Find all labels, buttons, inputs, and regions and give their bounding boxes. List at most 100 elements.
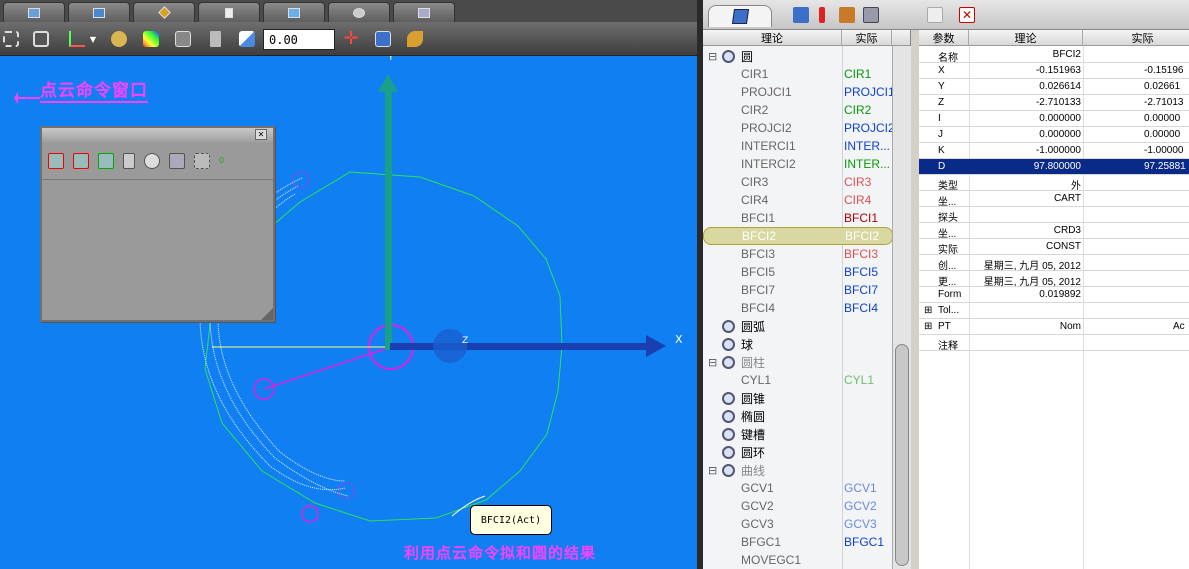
- solid-view-button[interactable]: [372, 28, 394, 50]
- tree-row[interactable]: ⊟ 圆柱: [703, 353, 893, 371]
- grid-row[interactable]: J 0.000000 0.00000: [919, 127, 1189, 143]
- tool-button[interactable]: [404, 28, 426, 50]
- resize-grip[interactable]: [261, 308, 273, 320]
- grid-row[interactable]: 坐... CRD3: [919, 223, 1189, 240]
- expand-icon[interactable]: ⊞: [924, 305, 932, 316]
- close-icon[interactable]: ✕: [959, 7, 975, 23]
- tree-row[interactable]: PROJCI2 PROJCI2: [703, 119, 895, 137]
- zoom-fit-button[interactable]: [0, 28, 22, 50]
- tree-row[interactable]: CYL1 CYL1: [703, 371, 893, 389]
- tree-row[interactable]: GCV2 GCV2: [703, 497, 893, 515]
- report-icon[interactable]: [863, 7, 879, 23]
- tree-row[interactable]: 圆锥: [703, 389, 893, 407]
- tab-graphics[interactable]: [68, 2, 130, 22]
- grid-row[interactable]: X -0.151963 -0.15196: [919, 63, 1189, 79]
- tab-view[interactable]: [328, 2, 390, 22]
- point-cloud-window[interactable]: ✕ 0: [40, 126, 275, 322]
- pc-zoom-icon[interactable]: [144, 152, 160, 169]
- tool-icon[interactable]: [839, 7, 855, 23]
- tree-row[interactable]: BFCI5 BFCI5: [703, 263, 893, 281]
- check-icon[interactable]: [927, 7, 943, 23]
- grid-row[interactable]: Z -2.710133 -2.71013: [919, 95, 1189, 111]
- close-icon[interactable]: ✕: [255, 129, 267, 140]
- frame-button[interactable]: [30, 28, 52, 50]
- tree-row[interactable]: 键槽: [703, 425, 893, 443]
- tree-row[interactable]: 圆弧: [703, 317, 893, 335]
- tree-row[interactable]: 圆环: [703, 443, 893, 461]
- grid-row[interactable]: 类型 外: [919, 175, 1189, 192]
- feature-tree[interactable]: 理论 实际 ⊟ 圆 CIR1 CIR1 PROJCI1 PROJCI1 CIR2 CIR2 PR…: [703, 30, 911, 569]
- grid-row[interactable]: 更... 星期三, 九月 05, 2012: [919, 271, 1189, 288]
- tree-row[interactable]: 椭圆: [703, 407, 893, 425]
- tree-row[interactable]: BFCI7 BFCI7: [703, 281, 893, 299]
- grid-header-actual[interactable]: 实际: [1083, 30, 1189, 46]
- tree-row[interactable]: PROJCI1 PROJCI1: [703, 83, 895, 101]
- tree-row[interactable]: CIR2 CIR2: [703, 101, 893, 119]
- delete-button[interactable]: [204, 28, 226, 50]
- view-button[interactable]: [108, 28, 130, 50]
- tree-header-actual[interactable]: 实际: [842, 30, 892, 45]
- grid-row[interactable]: Form 0.019892: [919, 287, 1189, 303]
- probe-icon[interactable]: [819, 7, 825, 23]
- tree-row[interactable]: MOVEGC1: [703, 551, 893, 569]
- tab-table[interactable]: [3, 2, 65, 22]
- pc-select-icon[interactable]: [48, 152, 64, 169]
- tree-scrollbar[interactable]: [892, 46, 911, 569]
- grid-row[interactable]: 注释: [919, 335, 1189, 352]
- tree-row[interactable]: BFCI2 BFCI2: [703, 227, 893, 245]
- grid-row[interactable]: I 0.000000 0.00000: [919, 111, 1189, 127]
- tree-row[interactable]: ⊟ 圆: [703, 47, 893, 65]
- grid-row[interactable]: 创... 星期三, 九月 05, 2012: [919, 255, 1189, 272]
- grid-row[interactable]: ⊞ PT Nom Ac: [919, 319, 1189, 335]
- axis-dropdown-button[interactable]: ▼: [88, 28, 98, 50]
- trash-icon[interactable]: [123, 152, 135, 169]
- pc-pointer-icon[interactable]: [194, 152, 210, 169]
- coord-input[interactable]: [263, 29, 335, 50]
- grid-row[interactable]: ⊞ Tol...: [919, 303, 1189, 319]
- tab-report[interactable]: [393, 2, 455, 22]
- window-titlebar[interactable]: ✕: [42, 128, 273, 142]
- property-grid[interactable]: 参数 理论 实际 名称 BFCI2 X -0.151963 -0.15196 Y 0.026…: [919, 30, 1189, 569]
- expand-icon[interactable]: ⊟: [708, 356, 717, 369]
- expand-icon[interactable]: ⊟: [708, 464, 717, 477]
- tree-row[interactable]: CIR1 CIR1: [703, 65, 893, 83]
- grid-header-nominal[interactable]: 理论: [969, 30, 1083, 46]
- grid-row[interactable]: D 97.800000 97.25881: [919, 159, 1189, 175]
- tree-row[interactable]: GCV1 GCV1: [703, 479, 893, 497]
- expand-icon[interactable]: ⊟: [708, 50, 717, 63]
- probe-button[interactable]: [172, 28, 194, 50]
- scrollbar-thumb[interactable]: [895, 344, 909, 566]
- tree-row[interactable]: BFCI4 BFCI4: [703, 299, 893, 317]
- tree-row[interactable]: 球: [703, 335, 893, 353]
- grid-row[interactable]: Y 0.026614 0.02661: [919, 79, 1189, 95]
- tab-color[interactable]: [133, 2, 195, 22]
- tree-row[interactable]: GCV3 GCV3: [703, 515, 893, 533]
- crosshair-button[interactable]: ✛: [340, 28, 362, 50]
- grid-row[interactable]: 探头: [919, 207, 1189, 224]
- tree-row[interactable]: BFGC1 BFGC1: [703, 533, 893, 551]
- tree-row[interactable]: ⊟ 曲线: [703, 461, 893, 479]
- grid-header-param[interactable]: 参数: [919, 30, 969, 46]
- graphics-viewport[interactable]: Y X Z 点云命令窗口 ✕ 0 BFCI2(Act) 利用点云命令拟和圆的结果: [0, 56, 697, 569]
- expand-icon[interactable]: ⊞: [924, 321, 932, 332]
- tree-row[interactable]: BFCI1 BFCI1: [703, 209, 893, 227]
- grid-row[interactable]: 名称 BFCI2: [919, 47, 1189, 64]
- tab-probe[interactable]: [198, 2, 260, 22]
- tree-row[interactable]: INTERCI1 INTER...: [703, 137, 893, 155]
- tab-features[interactable]: [708, 5, 772, 27]
- tab-render[interactable]: [263, 2, 325, 22]
- pc-filter-icon[interactable]: [73, 152, 89, 169]
- tree-row[interactable]: INTERCI2 INTER...: [703, 155, 893, 173]
- grid-row[interactable]: K -1.000000 -1.00000: [919, 143, 1189, 159]
- color-map-button[interactable]: [140, 28, 162, 50]
- pane-splitter[interactable]: [911, 30, 919, 569]
- axis-button[interactable]: [66, 28, 88, 50]
- tree-row[interactable]: CIR3 CIR3: [703, 173, 893, 191]
- tree-header-nominal[interactable]: 理论: [703, 30, 842, 45]
- cube-icon[interactable]: [793, 7, 809, 23]
- tree-row[interactable]: CIR4 CIR4: [703, 191, 893, 209]
- select-button[interactable]: [236, 28, 258, 50]
- grid-row[interactable]: 实际 CONST: [919, 239, 1189, 256]
- pc-add-icon[interactable]: [98, 152, 114, 169]
- tree-row[interactable]: BFCI3 BFCI3: [703, 245, 893, 263]
